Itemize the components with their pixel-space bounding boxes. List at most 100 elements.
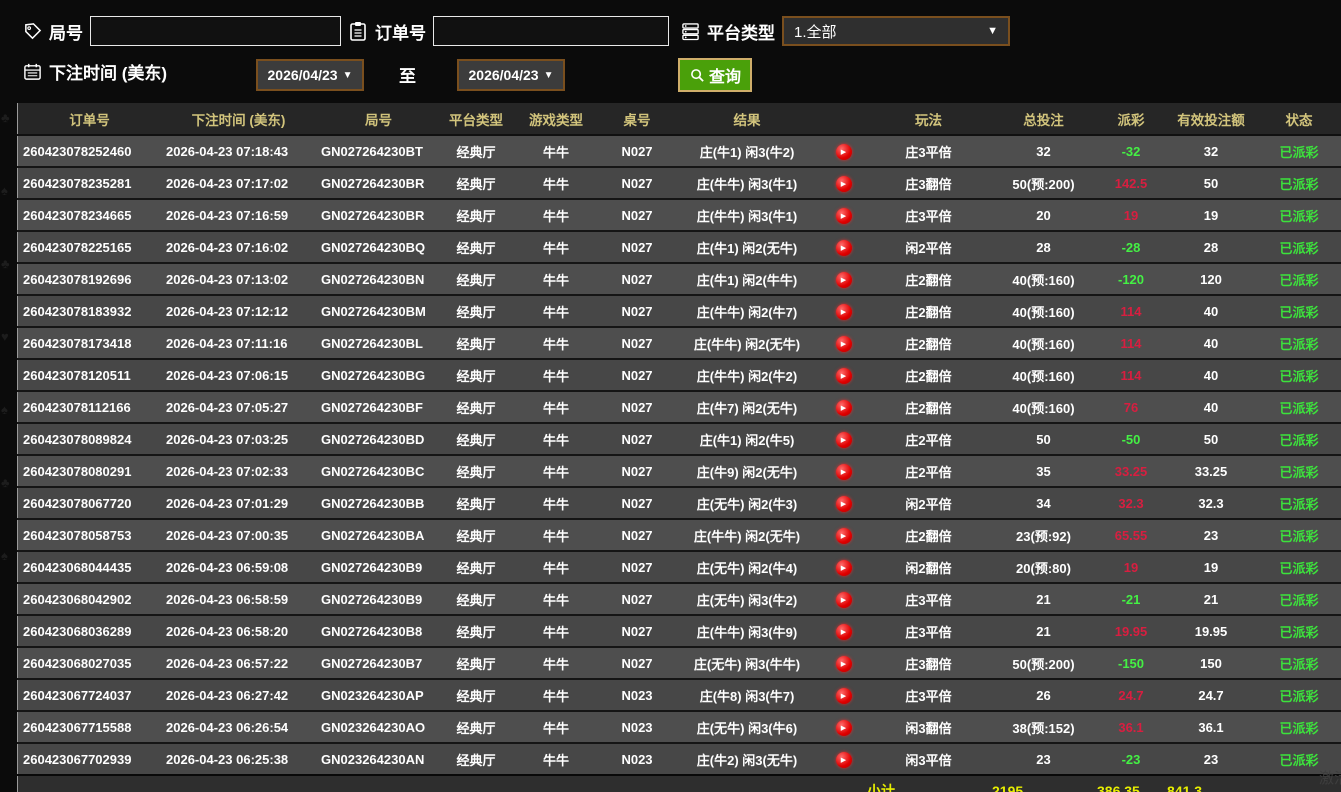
col-valid-bet: 有效投注额: [1166, 103, 1256, 135]
play-icon[interactable]: ▶: [836, 240, 852, 256]
replay-cell: ▶: [821, 263, 866, 295]
play-icon[interactable]: ▶: [836, 528, 852, 544]
bet-time-cell: 2026-04-23 06:58:20: [161, 615, 316, 647]
game-type-cell: 牛牛: [511, 327, 601, 359]
valid-bet-cell: 120: [1166, 263, 1256, 295]
result-cell: 庄(无牛) 闲2(牛3): [673, 487, 821, 519]
platform-type-cell: 经典厅: [441, 423, 511, 455]
round-number-filter: 局号: [22, 16, 341, 46]
play-icon[interactable]: ▶: [836, 176, 852, 192]
game-type-cell: 牛牛: [511, 487, 601, 519]
total-bet-cell: 23(预:92): [991, 519, 1096, 551]
bet-time-cell: 2026-04-23 06:58:59: [161, 583, 316, 615]
platform-type-cell: 经典厅: [441, 295, 511, 327]
round-number-cell: GN027264230BR: [316, 167, 441, 199]
table-row: 260423078080291 2026-04-23 07:02:33 GN02…: [18, 455, 1341, 487]
payout-cell: -120: [1096, 263, 1166, 295]
order-number-cell: 260423078089824: [18, 423, 162, 455]
valid-bet-cell: 40: [1166, 359, 1256, 391]
total-bet-cell: 21: [991, 583, 1096, 615]
total-bet-cell: 40(预:160): [991, 263, 1096, 295]
query-group: 查询: [678, 58, 752, 92]
valid-bet-cell: 23: [1166, 519, 1256, 551]
play-icon[interactable]: ▶: [836, 304, 852, 320]
platform-type-label: 平台类型: [707, 19, 775, 44]
bet-records-page: ♣♠♣♥♠♣♠ 局号 订单号 平台类型 1.全部 ▼: [0, 0, 1341, 792]
platform-type-cell: 经典厅: [441, 263, 511, 295]
game-type-cell: 牛牛: [511, 295, 601, 327]
order-number-cell: 260423078058753: [18, 519, 162, 551]
total-bet-cell: 20(预:80): [991, 551, 1096, 583]
total-bet-cell: 40(预:160): [991, 295, 1096, 327]
play-icon[interactable]: ▶: [836, 592, 852, 608]
game-type-cell: 牛牛: [511, 167, 601, 199]
order-number-cell: 260423078112166: [18, 391, 162, 423]
server-list-icon: [680, 21, 700, 41]
table-number-cell: N027: [601, 263, 673, 295]
play-icon[interactable]: ▶: [836, 656, 852, 672]
play-icon[interactable]: ▶: [836, 464, 852, 480]
play-type-cell: 庄2翻倍: [866, 519, 991, 551]
col-order: 订单号: [18, 103, 162, 135]
total-bet-cell: 21: [991, 615, 1096, 647]
date-to-picker[interactable]: 2026/04/23 ▼: [457, 59, 565, 91]
play-icon[interactable]: ▶: [836, 368, 852, 384]
subtotal-spacer: [18, 775, 867, 792]
payout-cell: 19.95: [1096, 615, 1166, 647]
platform-type-cell: 经典厅: [441, 615, 511, 647]
subtotal-row: 小计 2195 386.35 841.3: [18, 775, 1341, 792]
round-number-cell: GN027264230B7: [316, 647, 441, 679]
play-icon[interactable]: ▶: [836, 720, 852, 736]
result-cell: 庄(牛1) 闲2(无牛): [673, 231, 821, 263]
replay-cell: ▶: [821, 199, 866, 231]
game-type-cell: 牛牛: [511, 711, 601, 743]
order-number-input[interactable]: [433, 16, 669, 46]
play-type-cell: 庄3平倍: [866, 679, 991, 711]
play-icon[interactable]: ▶: [836, 624, 852, 640]
play-type-cell: 庄2翻倍: [866, 327, 991, 359]
order-number-label: 订单号: [375, 19, 426, 44]
replay-cell: ▶: [821, 327, 866, 359]
round-number-cell: GN027264230BB: [316, 487, 441, 519]
bet-time-cell: 2026-04-23 06:59:08: [161, 551, 316, 583]
table-number-cell: N027: [601, 455, 673, 487]
subtotal-total-bet: 2195: [991, 775, 1096, 792]
platform-type-cell: 经典厅: [441, 519, 511, 551]
round-number-cell: GN027264230BN: [316, 263, 441, 295]
round-number-input[interactable]: [90, 16, 341, 46]
round-number-label: 局号: [49, 19, 83, 44]
col-platform: 平台类型: [441, 103, 511, 135]
platform-type-select[interactable]: 1.全部 ▼: [782, 16, 1010, 46]
play-type-cell: 庄3平倍: [866, 199, 991, 231]
play-icon[interactable]: ▶: [836, 752, 852, 768]
bet-time-cell: 2026-04-23 07:02:33: [161, 455, 316, 487]
order-number-cell: 260423068027035: [18, 647, 162, 679]
query-button[interactable]: 查询: [678, 58, 752, 92]
play-icon[interactable]: ▶: [836, 336, 852, 352]
replay-cell: ▶: [821, 455, 866, 487]
play-type-cell: 庄2翻倍: [866, 391, 991, 423]
date-from-picker[interactable]: 2026/04/23 ▼: [256, 59, 364, 91]
result-cell: 庄(牛2) 闲3(无牛): [673, 743, 821, 775]
play-icon[interactable]: ▶: [836, 144, 852, 160]
table-row: 260423078173418 2026-04-23 07:11:16 GN02…: [18, 327, 1341, 359]
date-from-value: 2026/04/23: [268, 67, 338, 83]
play-icon[interactable]: ▶: [836, 688, 852, 704]
order-number-cell: 260423078173418: [18, 327, 162, 359]
tag-icon: [22, 21, 42, 41]
status-cell: 已派彩: [1256, 679, 1341, 711]
play-icon[interactable]: ▶: [836, 496, 852, 512]
play-icon[interactable]: ▶: [836, 432, 852, 448]
order-number-cell: 260423067715588: [18, 711, 162, 743]
play-icon[interactable]: ▶: [836, 208, 852, 224]
result-cell: 庄(无牛) 闲3(牛2): [673, 583, 821, 615]
play-icon[interactable]: ▶: [836, 272, 852, 288]
total-bet-cell: 35: [991, 455, 1096, 487]
platform-type-cell: 经典厅: [441, 359, 511, 391]
platform-type-cell: 经典厅: [441, 327, 511, 359]
result-cell: 庄(无牛) 闲3(牛6): [673, 711, 821, 743]
play-icon[interactable]: ▶: [836, 400, 852, 416]
game-type-cell: 牛牛: [511, 135, 601, 167]
play-icon[interactable]: ▶: [836, 560, 852, 576]
status-cell: 已派彩: [1256, 199, 1341, 231]
